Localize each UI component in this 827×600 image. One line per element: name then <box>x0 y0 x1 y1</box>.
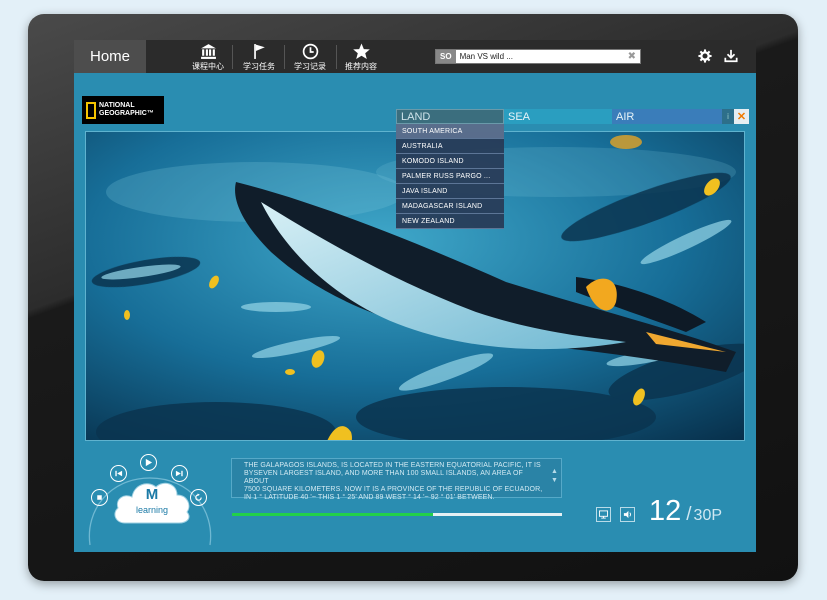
scroll-arrows[interactable]: ▲ ▼ <box>551 467 558 485</box>
screen-toggle-button[interactable] <box>596 507 611 522</box>
close-icon[interactable]: ✕ <box>734 109 749 124</box>
dropdown-item[interactable]: NEW ZEALAND <box>396 214 504 229</box>
nav-divider <box>336 45 337 69</box>
star-icon <box>352 43 370 59</box>
category-tabs: LAND SEA AIR i ✕ <box>396 109 749 124</box>
page-indicator: 12 / 30P <box>649 495 722 528</box>
clock-icon <box>302 43 318 60</box>
yellow-frame-icon <box>86 101 96 119</box>
page-total: 30P <box>693 507 723 524</box>
building-icon <box>200 44 216 59</box>
description-line: THE GALAPAGOS ISLANDS, IS LOCATED IN THE… <box>244 462 541 469</box>
description-line: 7500 SQUARE KILOMETERS. NOW IT IS A PROV… <box>244 486 543 493</box>
stop-button[interactable] <box>91 489 108 506</box>
page-separator: / <box>686 504 692 525</box>
play-icon <box>145 458 153 467</box>
search-input[interactable] <box>455 51 624 62</box>
nav-label: 学习记录 <box>294 62 326 71</box>
nav-label: 推荐内容 <box>345 62 377 71</box>
nav-learning-records[interactable]: 学习记录 <box>287 43 333 72</box>
dropdown-item[interactable]: MADAGASCAR ISLAND <box>396 199 504 214</box>
description-line: IN 1 ° LATITUDE 40 '~ THIS 1 ° 25' AND 8… <box>244 494 495 501</box>
search-prefix: SO <box>436 50 456 63</box>
clear-search-icon[interactable]: ✖ <box>628 51 636 62</box>
nav-divider <box>284 45 285 69</box>
info-icon[interactable]: i <box>722 109 734 124</box>
cloud-label: learning <box>135 505 169 515</box>
nav-course-center[interactable]: 课程中心 <box>185 43 231 72</box>
gear-icon[interactable] <box>698 49 712 63</box>
search-box: SO ✖ <box>435 49 641 64</box>
replay-icon <box>195 493 202 501</box>
tab-land[interactable]: LAND <box>396 109 504 124</box>
progress-fill <box>232 513 434 516</box>
tab-sea[interactable]: SEA <box>504 109 612 124</box>
dropdown-item[interactable]: SOUTH AMERICA <box>396 124 504 139</box>
nav-recommended[interactable]: 推荐内容 <box>338 43 384 72</box>
app-screen: Home 课程中心 学习任务 学习记录 推荐内容 SO Man VS wild … <box>74 40 756 552</box>
description-line: BYSEVEN LARGEST ISLAND, AND MORE THAN 10… <box>244 470 523 485</box>
dropdown-item[interactable]: AUSTRALIA <box>396 139 504 154</box>
description-box: THE GALAPAGOS ISLANDS, IS LOCATED IN THE… <box>231 458 562 501</box>
national-geographic-logo: NATIONAL GEOGRAPHIC™ <box>82 96 164 124</box>
tab-air[interactable]: AIR <box>612 109 722 124</box>
dropdown-item[interactable]: PALMER RUSS PARGO ... <box>396 169 504 184</box>
nav-divider <box>232 45 233 69</box>
volume-button[interactable] <box>620 507 635 522</box>
speaker-icon <box>623 510 632 519</box>
land-dropdown: SOUTH AMERICA AUSTRALIA KOMODO ISLAND PA… <box>396 124 504 229</box>
play-button[interactable] <box>140 454 157 471</box>
flag-icon <box>253 44 265 59</box>
dropdown-item[interactable]: JAVA ISLAND <box>396 184 504 199</box>
page-current: 12 <box>649 495 682 527</box>
stop-icon <box>97 495 102 500</box>
download-icon[interactable] <box>724 49 738 63</box>
nav-label: 学习任务 <box>243 62 275 71</box>
nav-learning-tasks[interactable]: 学习任务 <box>236 43 282 72</box>
dropdown-item[interactable]: KOMODO ISLAND <box>396 154 504 169</box>
top-navbar: Home 课程中心 学习任务 学习记录 推荐内容 SO Man VS wild … <box>74 40 756 73</box>
cloud-letter: M <box>145 486 159 503</box>
nav-label: 课程中心 <box>192 62 224 71</box>
logo-line1: NATIONAL <box>99 102 135 109</box>
monitor-icon <box>599 510 608 519</box>
progress-bar[interactable] <box>232 513 562 516</box>
home-tab[interactable]: Home <box>74 40 146 73</box>
logo-line2: GEOGRAPHIC™ <box>99 110 154 117</box>
